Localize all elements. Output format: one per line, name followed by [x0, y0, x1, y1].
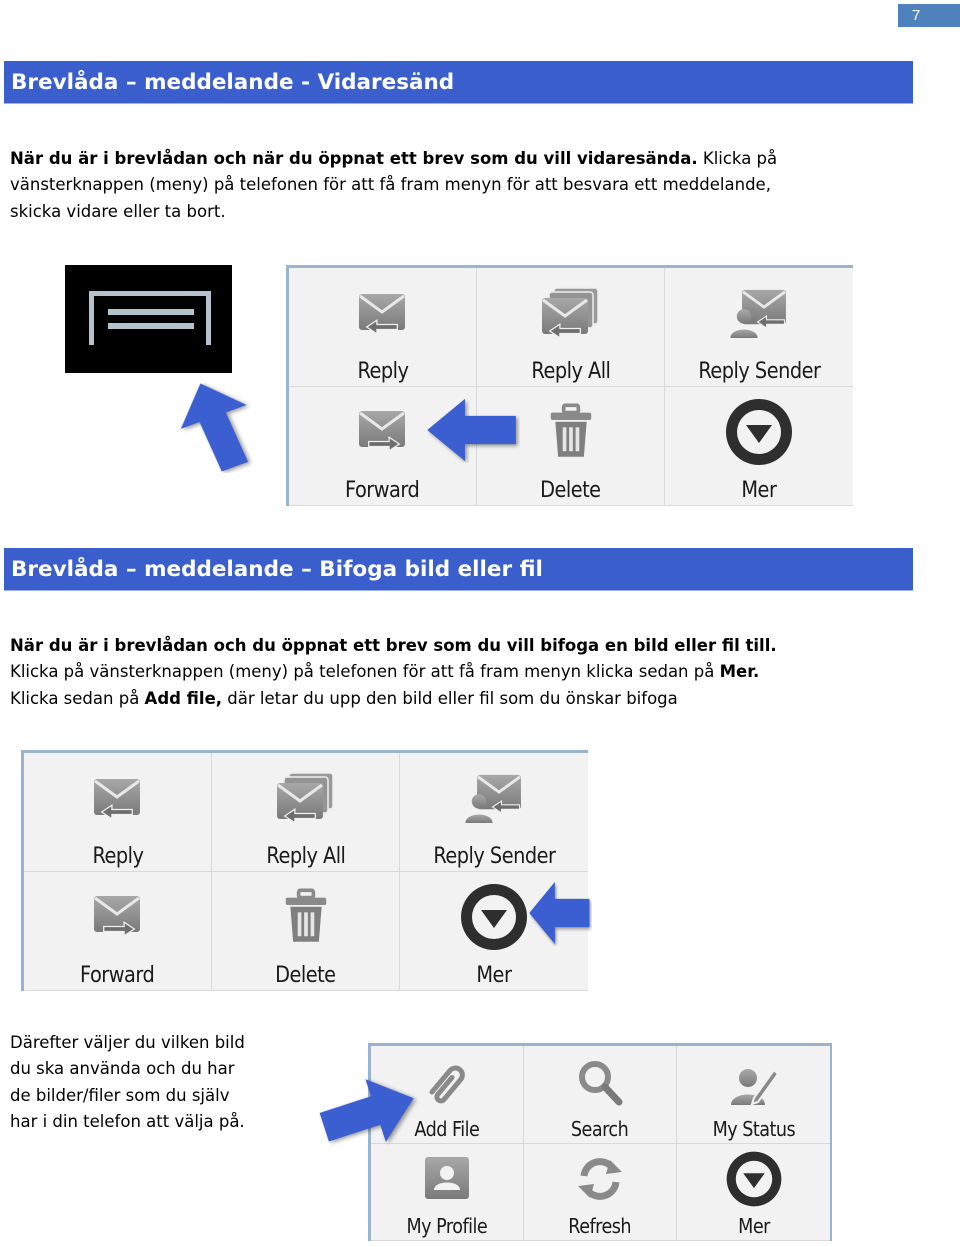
intro-bold: När du är i brevlådan och du öppnat ett … [10, 636, 777, 655]
menu-item-search[interactable]: Search [524, 1046, 677, 1144]
reply-all-mail-icon [275, 772, 334, 824]
forward-mail-icon [92, 894, 141, 937]
menu-item-reply-sender[interactable]: Reply Sender [400, 753, 588, 872]
menu-item-label: Reply Sender [697, 359, 821, 384]
menu-item-label: Mer [741, 478, 777, 503]
menu-item-my-status[interactable]: My Status [677, 1046, 830, 1144]
menu-item-label: Mer [476, 963, 512, 988]
trash-icon [548, 403, 593, 459]
menu-item-reply[interactable]: Reply [24, 753, 212, 872]
menu-item-label: Mer [737, 1214, 770, 1238]
menu-item-forward[interactable]: Forward [24, 872, 212, 991]
section-title-forward: Brevlåda – meddelande - Vidaresänd [4, 61, 913, 104]
menu-item-more[interactable]: Mer [677, 1144, 830, 1241]
intro-text: där letar du upp den bild eller fil som … [222, 688, 678, 708]
menu-item-label: Reply All [265, 844, 346, 869]
menu-item-label: Add File [414, 1116, 480, 1141]
forward-mail-icon [357, 409, 406, 452]
intro-text: Klicka sedan på [10, 688, 145, 708]
pointer-arrow-add-file [318, 1078, 418, 1148]
reply-all-mail-icon [540, 287, 599, 339]
side-text-line: Därefter väljer du vilken bild [10, 1033, 245, 1052]
reply-sender-icon [730, 288, 788, 338]
menu-key-line [108, 323, 194, 329]
intro-bold-add-file: Add file, [144, 688, 223, 708]
more-dropdown-icon [726, 399, 792, 465]
menu-item-label: Delete [275, 963, 336, 988]
menu-item-reply[interactable]: Reply [289, 268, 477, 387]
side-instructions: Därefter väljer du vilken bild du ska an… [10, 1030, 340, 1135]
menu-item-reply-sender[interactable]: Reply Sender [665, 268, 853, 387]
pointer-arrow-forward [425, 397, 520, 463]
intro-text: Klicka på vänsterknappen (meny) på telef… [10, 662, 720, 682]
more-menu-panel: Add File Search My Status My Profile Ref… [368, 1043, 832, 1241]
more-dropdown-icon [461, 884, 527, 950]
menu-item-label: Reply [357, 359, 409, 384]
menu-item-label: Forward [345, 478, 420, 503]
trash-icon [283, 888, 328, 944]
intro-bold-mer: Mer. [719, 662, 760, 682]
intro-line-3: skicka vidare eller ta bort. [10, 201, 226, 221]
section2-intro: När du är i brevlådan och du öppnat ett … [10, 633, 910, 712]
side-text-line: har i din telefon att välja på. [10, 1111, 245, 1131]
reply-mail-icon [357, 292, 406, 335]
intro-bold: När du är i brevlådan och när du öppnat … [10, 149, 698, 168]
my-status-icon [730, 1068, 779, 1106]
section-title-attach: Brevlåda – meddelande – Bifoga bild elle… [4, 548, 913, 591]
pointer-arrow-up [178, 378, 258, 473]
menu-item-reply-all[interactable]: Reply All [212, 753, 400, 872]
section1-intro: När du är i brevlådan och när du öppnat … [10, 146, 910, 225]
menu-key-icon [65, 265, 232, 373]
refresh-icon [578, 1157, 622, 1200]
page-number-badge: 7 [898, 4, 960, 27]
profile-icon [425, 1156, 469, 1199]
intro-line-2: vänsterknappen (meny) på telefonen för a… [10, 175, 771, 195]
menu-item-refresh[interactable]: Refresh [524, 1143, 677, 1241]
menu-item-label: Forward [80, 963, 155, 988]
menu-key-bracket [89, 291, 211, 345]
menu-item-label: Reply [92, 844, 144, 869]
message-menu-panel-2: Reply Reply All Reply Sender Forward Del… [21, 750, 588, 991]
menu-item-label: Reply All [530, 359, 611, 384]
menu-item-label: My Status [712, 1116, 795, 1141]
message-menu-panel: Reply Reply All Reply Sender Forward Del… [286, 265, 853, 506]
menu-key-line [108, 309, 194, 315]
menu-item-label: Search [571, 1116, 629, 1141]
menu-item-label: Reply Sender [432, 844, 556, 869]
pointer-arrow-more [528, 880, 592, 946]
more-dropdown-icon [726, 1151, 781, 1206]
reply-sender-icon [465, 773, 523, 823]
menu-item-label: Delete [540, 478, 601, 503]
search-icon [579, 1061, 623, 1106]
menu-item-more[interactable]: Mer [665, 387, 853, 506]
intro-rest: Klicka på [697, 149, 778, 168]
menu-item-label: My Profile [406, 1214, 488, 1238]
menu-item-delete[interactable]: Delete [212, 872, 400, 991]
paperclip-icon [429, 1065, 465, 1104]
menu-item-label: Refresh [568, 1214, 632, 1238]
side-text-line: de bilder/filer som du själv [10, 1085, 230, 1105]
menu-item-my-profile[interactable]: My Profile [371, 1143, 524, 1241]
reply-mail-icon [92, 777, 141, 820]
side-text-line: du ska använda och du har [10, 1059, 235, 1079]
menu-item-reply-all[interactable]: Reply All [477, 268, 665, 387]
